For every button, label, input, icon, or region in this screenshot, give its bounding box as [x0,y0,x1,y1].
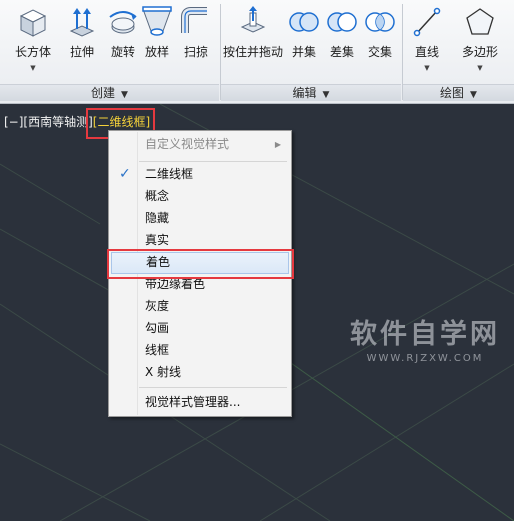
box-icon [19,9,47,37]
create-panel-dropdown-icon: ▼ [121,90,128,100]
box-dropdown-icon[interactable]: ▼ [8,64,58,72]
shaded-item-highlight-box [107,249,294,279]
box-label: 长方体 [14,45,51,59]
edit-panel-dropdown-icon: ▼ [322,90,330,100]
polygon-label: 多边形 [461,45,498,59]
menu-item-2d-wireframe[interactable]: ✓ 二维线框 [111,164,289,185]
draw-panel-title[interactable]: 绘图 ▼ [403,84,514,101]
menu-item-conceptual[interactable]: 概念 [111,186,289,207]
revolve-label: 旋转 [110,45,135,59]
menu-item-realistic[interactable]: 真实 [111,230,289,251]
subtract-label: 差集 [329,45,354,59]
polygon-icon [466,8,494,35]
menu-separator [139,161,287,162]
menu-item-label: 线框 [145,343,170,357]
presspull-icon [240,6,266,33]
menu-item-label: 视觉样式管理器... [145,395,241,409]
menu-separator [139,387,287,388]
watermark-name: 软件自学网 [350,319,500,350]
ribbon: 长方体 ▼ 拉伸 旋转 放样 扫掠 按住并拖动 并集 差集 交集 直线 ▼ 多边… [0,0,514,104]
watermark-url: WWW.RJZXW.COM [366,353,484,364]
menu-item-shades-of-gray[interactable]: 灰度 [111,296,289,317]
revolve-button[interactable]: 旋转 [103,5,143,73]
edit-panel-label: 编辑 [292,86,317,100]
loft-label: 放样 [144,45,169,59]
union-label: 并集 [291,45,316,59]
line-button[interactable]: 直线 ▼ [407,5,447,73]
union-button[interactable]: 并集 [286,5,322,73]
edit-panel-title[interactable]: 编辑 ▼ [221,84,401,101]
menu-item-label: 自定义视觉样式 [145,137,230,151]
viewport-control-menu[interactable]: [−] [4,115,23,129]
create-panel-label: 创建 [91,86,116,100]
watermark: 软件自学网 WWW.RJZXW.COM [350,312,500,364]
polygon-button[interactable]: 多边形 ▼ [454,5,506,73]
line-icon [413,7,441,37]
presspull-label: 按住并拖动 [222,45,283,59]
presspull-button[interactable]: 按住并拖动 [222,5,284,73]
subtract-icon [327,12,357,32]
menu-item-wireframe[interactable]: 线框 [111,340,289,361]
menu-item-label: 灰度 [145,299,170,313]
extrude-icon [69,8,95,37]
line-dropdown-icon[interactable]: ▼ [407,64,447,72]
sweep-label: 扫掠 [183,45,208,59]
menu-item-label: X 射线 [145,365,182,379]
loft-icon [142,6,172,36]
line-label: 直线 [414,45,439,59]
menu-item-label: 隐藏 [145,211,170,225]
checkmark-icon: ✓ [119,166,131,182]
menu-item-hidden[interactable]: 隐藏 [111,208,289,229]
draw-panel-label: 绘图 [440,86,465,100]
create-panel-title[interactable]: 创建 ▼ [0,84,219,101]
menu-item-x-ray[interactable]: X 射线 [111,362,289,383]
extrude-label: 拉伸 [69,45,94,59]
revolve-icon [109,11,137,34]
sweep-button[interactable]: 扫掠 [176,5,216,73]
intersect-button[interactable]: 交集 [362,5,398,73]
menu-item-label: 二维线框 [145,167,194,181]
menu-item-label: 勾画 [145,321,170,335]
box-button[interactable]: 长方体 ▼ [8,5,58,73]
menu-item-custom-visual-style[interactable]: 自定义视觉样式 ▶ [111,134,289,155]
extrude-button[interactable]: 拉伸 [62,5,102,73]
submenu-arrow-icon: ▶ [274,140,281,149]
sweep-icon [181,7,207,33]
draw-panel-dropdown-icon: ▼ [470,90,477,100]
menu-item-label: 概念 [145,189,170,203]
union-icon [289,12,319,32]
view-controls[interactable]: [西南等轴测] [23,115,92,129]
menu-item-visual-styles-manager[interactable]: 视觉样式管理器... [111,392,289,413]
menu-item-label: 真实 [145,233,170,247]
intersect-icon [365,12,395,32]
menu-item-sketchy[interactable]: 勾画 [111,318,289,339]
loft-button[interactable]: 放样 [140,5,174,73]
intersect-label: 交集 [367,45,392,59]
polygon-dropdown-icon[interactable]: ▼ [454,64,506,72]
subtract-button[interactable]: 差集 [324,5,360,73]
